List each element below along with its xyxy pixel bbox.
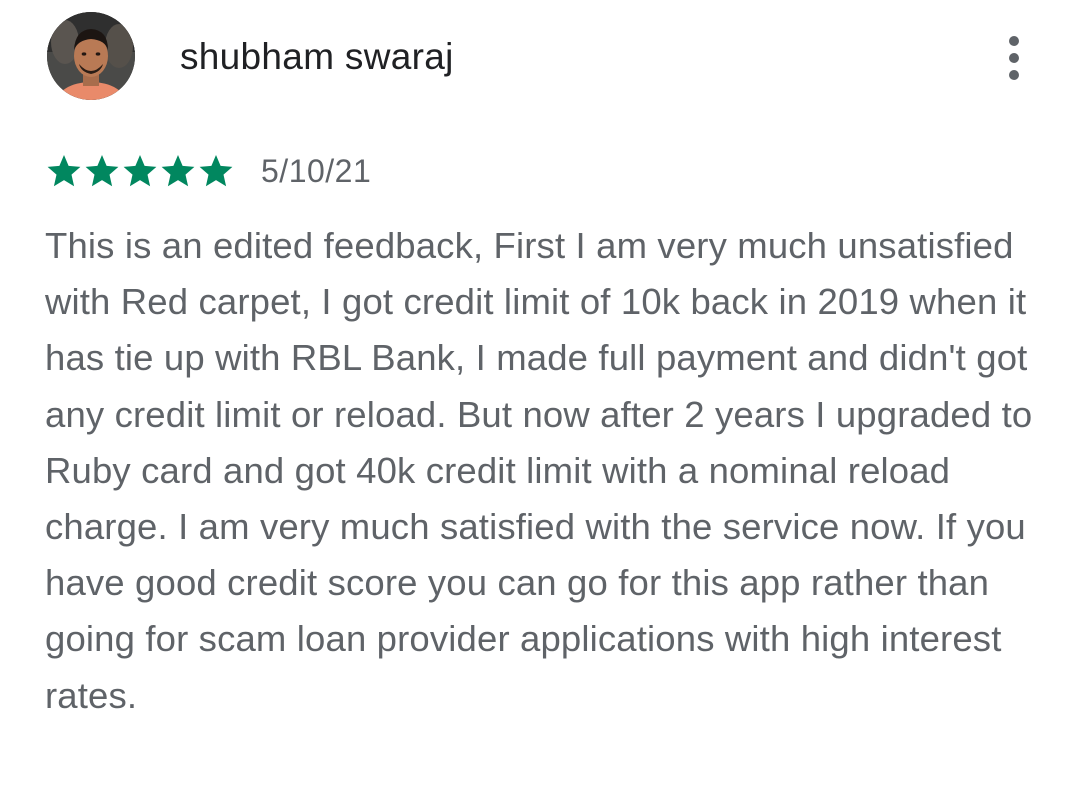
more-vert-icon-dot [1009,70,1019,80]
more-vert-icon-dot [1009,53,1019,63]
review-date: 5/10/21 [261,152,372,189]
review-card: shubham swaraj 5/10/21 This is an edited… [0,0,1080,793]
user-avatar-icon [47,12,135,100]
rating-row: 5/10/21 [45,150,371,192]
star-rating [45,152,235,190]
star-icon [159,152,197,190]
star-icon [45,152,83,190]
review-text: This is an edited feedback, First I am v… [45,225,1033,716]
avatar[interactable] [47,12,135,100]
star-icon [121,152,159,190]
star-icon [197,152,235,190]
star-icon [83,152,121,190]
more-options-button[interactable] [992,30,1036,86]
more-vert-icon [1009,36,1019,46]
reviewer-name: shubham swaraj [180,36,454,77]
